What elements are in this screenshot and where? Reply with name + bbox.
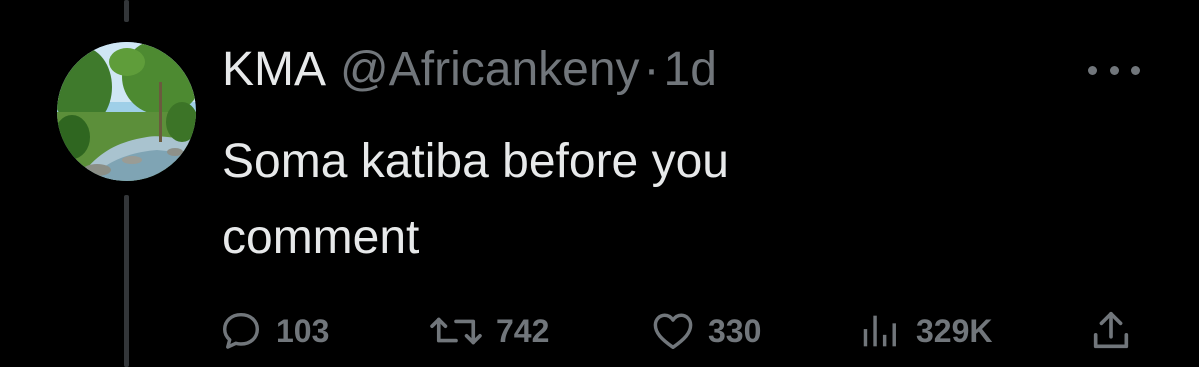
- like-button[interactable]: 330: [650, 306, 761, 356]
- retweet-count: 742: [496, 312, 550, 349]
- views-count: 329K: [916, 312, 993, 349]
- reply-icon: [222, 312, 260, 349]
- share-button[interactable]: [1088, 306, 1134, 356]
- tweet-header: KMA @Africankeny · 1d: [222, 40, 717, 100]
- like-count: 330: [708, 312, 762, 349]
- views-chart-icon: [863, 315, 896, 347]
- reply-button[interactable]: 103: [218, 306, 329, 356]
- thread-line-bottom: [124, 195, 129, 367]
- thread-line-top: [124, 0, 129, 22]
- reply-count: 103: [276, 312, 330, 349]
- retweet-button[interactable]: 742: [428, 306, 549, 356]
- landscape-avatar-icon: [57, 42, 196, 181]
- display-name[interactable]: KMA: [222, 40, 326, 100]
- views-button[interactable]: 329K: [858, 306, 993, 356]
- share-icon: [1093, 311, 1129, 349]
- separator-dot: ·: [643, 43, 660, 96]
- more-options-icon[interactable]: [1088, 58, 1140, 82]
- tweet-text: Soma katiba before you comment: [222, 135, 729, 264]
- timestamp[interactable]: 1d: [664, 40, 717, 100]
- avatar[interactable]: [57, 42, 196, 181]
- retweet-icon: [430, 317, 482, 345]
- user-handle[interactable]: @Africankeny: [340, 40, 640, 100]
- more-dot: [1109, 65, 1119, 75]
- heart-icon: [653, 313, 693, 350]
- more-dot: [1088, 65, 1097, 75]
- more-dot: [1131, 65, 1140, 75]
